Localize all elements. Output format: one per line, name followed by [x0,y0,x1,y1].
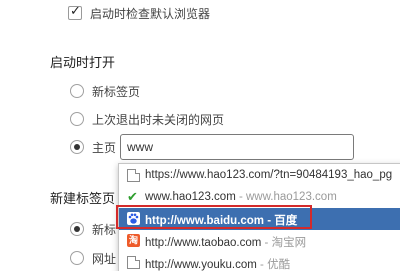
radio-restore-session-label: 上次退出时未关闭的网页 [92,113,225,127]
radio-new-tab[interactable] [70,84,84,98]
default-browser-label: 启动时检查默认浏览器 [90,7,211,21]
suggestion-item[interactable]: 淘 http://www.taobao.com - 淘宝网 [119,230,400,252]
default-browser-checkbox[interactable]: ✓ [68,4,82,20]
suggestion-url: www.hao123.com [145,191,236,203]
suggestion-subtitle: - www.hao123.com [235,191,337,203]
suggestion-url: https://www.hao123.com/?tn=90484193_hao_… [145,169,393,181]
radio-newtab-default-label: 新标 [92,223,117,237]
on-startup-title: 启动时打开 [50,55,116,70]
radio-new-tab-label: 新标签页 [92,85,141,99]
checkmark-icon: ✓ [70,4,81,19]
suggestion-url: http://www.youku.com [145,259,257,271]
radio-newtab-default[interactable] [70,222,84,236]
suggestion-subtitle: - 优酷 [256,259,291,271]
page-icon [127,256,140,269]
suggestion-item[interactable]: https://www.hao123.com/?tn=90484193_hao_… [119,165,400,187]
suggestion-subtitle: - 淘宝网 [261,237,307,249]
page-icon [127,169,140,182]
hao123-check-icon: ✔ [127,190,138,205]
radio-newtab-url-label: 网址 [92,252,117,266]
radio-homepage[interactable] [70,140,84,154]
homepage-url-input[interactable]: www [120,134,354,160]
suggestion-url: http://www.taobao.com [145,237,262,249]
suggestion-item[interactable]: http://www.youku.com - 优酷 [119,252,400,271]
annotation-highlight-box [116,205,312,229]
radio-newtab-url[interactable] [70,251,84,265]
new-tab-title: 新建标签页 [50,191,116,206]
taobao-icon: 淘 [127,234,140,247]
radio-homepage-label: 主页 [92,141,117,155]
radio-restore-session[interactable] [70,112,84,126]
